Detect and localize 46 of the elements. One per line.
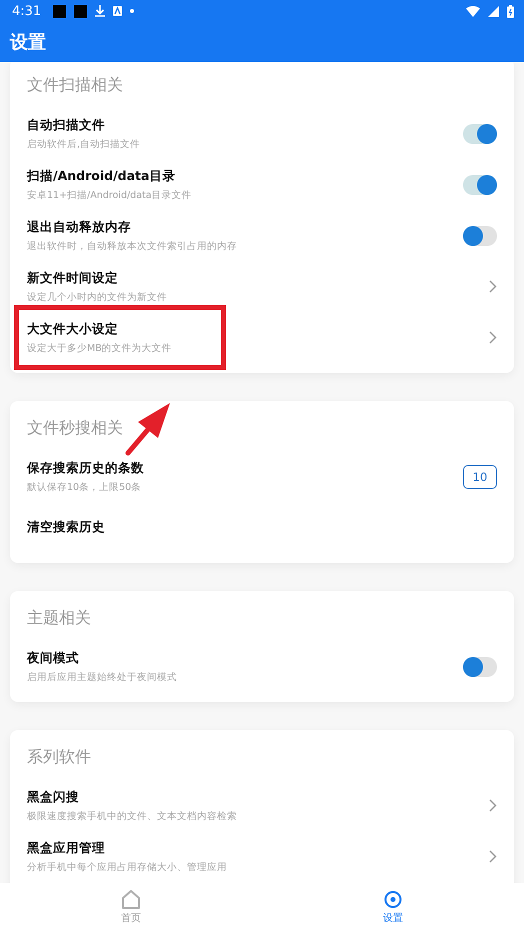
setting-description: 启动软件后,自动扫描文件 (27, 138, 140, 150)
setting-title[interactable]: 清空搜索历史 (27, 519, 105, 536)
settings-icon (383, 890, 403, 908)
notification-square-icon (74, 4, 88, 18)
nav-tab[interactable]: 设置 (262, 883, 524, 931)
setting-description: 安卓11+扫描/Android/data目录文件 (27, 188, 192, 202)
setting-description: 启用后应用主题始终处于夜间模式 (27, 670, 177, 684)
setting-title[interactable]: 黑盒应用管理 (27, 840, 105, 856)
toggle-switch[interactable] (463, 226, 497, 246)
setting-description: 极限速度搜索手机中的文件、文本文档内容检索 (27, 810, 237, 822)
chevron-right-icon (489, 850, 497, 863)
download-icon (95, 5, 106, 17)
setting-description: 分析手机中每个应用占用存储大小、管理应用 (27, 860, 227, 874)
setting-title[interactable]: 扫描/Android/data目录 (27, 168, 176, 184)
setting-title[interactable]: 新文件时间设定 (27, 270, 118, 286)
wifi-icon (466, 6, 480, 16)
section-title: 主题相关 (26, 608, 92, 628)
toggle-switch[interactable] (463, 174, 497, 194)
pointer-arrow (125, 402, 171, 456)
toggle-switch[interactable] (463, 124, 497, 144)
status-time: 4:31 (12, 4, 42, 18)
chevron-right-icon (489, 799, 497, 812)
count-field[interactable]: 10 (463, 464, 497, 488)
signal-icon (488, 6, 499, 16)
setting-title[interactable]: 退出自动释放内存 (27, 218, 131, 236)
chevron-right-icon (489, 280, 497, 293)
home-icon (121, 890, 141, 908)
setting-title[interactable]: 黑盒闪搜 (27, 788, 79, 806)
setting-title[interactable]: 保存搜索历史的条数 (27, 460, 144, 476)
app-bar-title: 设置 (10, 31, 46, 54)
app-notification-icon (113, 6, 122, 16)
setting-description: 设定大于多少MB的文件为大文件 (27, 342, 172, 354)
setting-title[interactable]: 自动扫描文件 (27, 116, 105, 134)
setting-description: 默认保存10条，上限50条 (27, 480, 142, 494)
setting-description: 退出软件时，自动释放本次文件索引占用的内存 (27, 240, 237, 252)
setting-description: 设定几个小时内的文件为新文件 (27, 290, 167, 304)
setting-title[interactable]: 夜间模式 (27, 650, 79, 666)
section-title: 文件秒搜相关 (26, 418, 124, 438)
setting-title[interactable]: 大文件大小设定 (27, 320, 118, 338)
section-title: 文件扫描相关 (26, 75, 124, 95)
battery-icon (507, 4, 514, 18)
section-title: 系列软件 (26, 747, 92, 767)
dot-icon (130, 9, 134, 13)
notification-square-icon (53, 4, 66, 18)
chevron-right-icon (489, 331, 497, 344)
toggle-switch[interactable] (463, 656, 497, 676)
